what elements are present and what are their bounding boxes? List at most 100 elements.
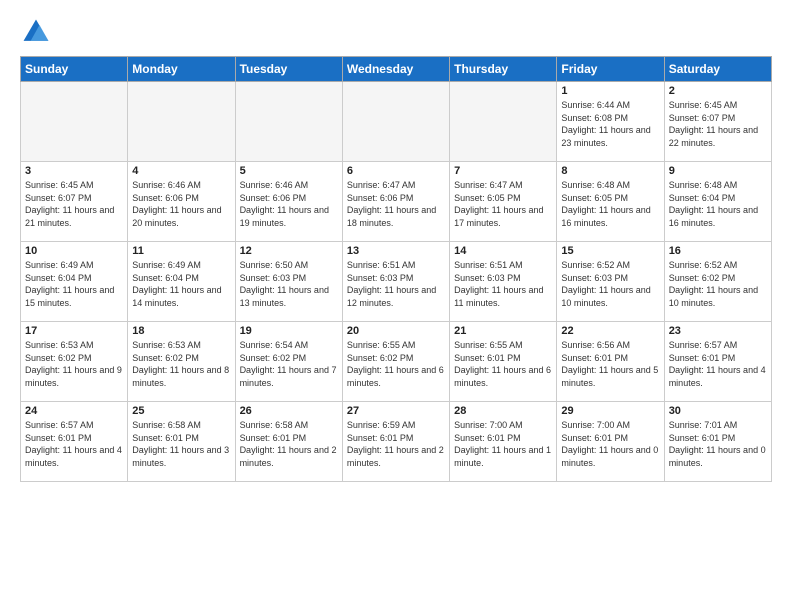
day-detail: Sunrise: 6:51 AMSunset: 6:03 PMDaylight:… xyxy=(454,259,552,309)
day-number: 25 xyxy=(132,405,230,417)
day-number: 23 xyxy=(669,325,767,337)
day-number: 13 xyxy=(347,245,445,257)
day-cell xyxy=(235,82,342,162)
day-cell: 17 Sunrise: 6:53 AMSunset: 6:02 PMDayligh… xyxy=(21,322,128,402)
week-row-5: 24Sunrise: 6:57 AMSunset: 6:01 PMDayligh… xyxy=(21,402,772,482)
day-cell: 28 Sunrise: 7:00 AMSunset: 6:01 PMDayligh… xyxy=(450,402,557,482)
day-detail: Sunrise: 6:49 AMSunset: 6:04 PMDaylight:… xyxy=(132,259,230,309)
day-number: 1 xyxy=(561,85,659,97)
day-detail: Sunrise: 6:47 AMSunset: 6:05 PMDaylight:… xyxy=(454,179,552,229)
day-number: 30 xyxy=(669,405,767,417)
day-detail: Sunrise: 6:52 AMSunset: 6:02 PMDaylight:… xyxy=(669,259,767,309)
day-cell: 23 Sunrise: 6:57 AMSunset: 6:01 PMDayligh… xyxy=(664,322,771,402)
weekday-header-row: SundayMondayTuesdayWednesdayThursdayFrid… xyxy=(21,57,772,82)
day-detail: Sunrise: 6:55 AMSunset: 6:02 PMDaylight:… xyxy=(347,339,445,389)
day-cell: 20 Sunrise: 6:55 AMSunset: 6:02 PMDayligh… xyxy=(342,322,449,402)
day-detail: Sunrise: 7:00 AMSunset: 6:01 PMDaylight:… xyxy=(454,419,552,469)
day-number: 19 xyxy=(240,325,338,337)
day-detail: Sunrise: 7:00 AMSunset: 6:01 PMDaylight:… xyxy=(561,419,659,469)
day-detail: Sunrise: 6:44 AMSunset: 6:08 PMDaylight:… xyxy=(561,99,659,149)
day-detail: Sunrise: 6:58 AMSunset: 6:01 PMDaylight:… xyxy=(240,419,338,469)
weekday-header-thursday: Thursday xyxy=(450,57,557,82)
day-cell: 9Sunrise: 6:48 AMSunset: 6:04 PMDaylight… xyxy=(664,162,771,242)
day-number: 29 xyxy=(561,405,659,417)
day-cell: 27 Sunrise: 6:59 AMSunset: 6:01 PMDayligh… xyxy=(342,402,449,482)
day-cell: 1 Sunrise: 6:44 AMSunset: 6:08 PMDaylight… xyxy=(557,82,664,162)
day-number: 20 xyxy=(347,325,445,337)
logo-icon xyxy=(20,16,52,48)
day-number: 15 xyxy=(561,245,659,257)
day-detail: Sunrise: 7:01 AMSunset: 6:01 PMDaylight:… xyxy=(669,419,767,469)
day-detail: Sunrise: 6:51 AMSunset: 6:03 PMDaylight:… xyxy=(347,259,445,309)
day-cell: 2Sunrise: 6:45 AMSunset: 6:07 PMDaylight… xyxy=(664,82,771,162)
header xyxy=(20,16,772,48)
day-number: 21 xyxy=(454,325,552,337)
day-cell: 4 Sunrise: 6:46 AMSunset: 6:06 PMDaylight… xyxy=(128,162,235,242)
day-number: 18 xyxy=(132,325,230,337)
day-cell: 10Sunrise: 6:49 AMSunset: 6:04 PMDayligh… xyxy=(21,242,128,322)
day-detail: Sunrise: 6:49 AMSunset: 6:04 PMDaylight:… xyxy=(25,259,123,309)
day-detail: Sunrise: 6:53 AMSunset: 6:02 PMDaylight:… xyxy=(25,339,123,389)
day-cell xyxy=(342,82,449,162)
day-cell: 30 Sunrise: 7:01 AMSunset: 6:01 PMDayligh… xyxy=(664,402,771,482)
weekday-header-tuesday: Tuesday xyxy=(235,57,342,82)
day-cell: 11Sunrise: 6:49 AMSunset: 6:04 PMDayligh… xyxy=(128,242,235,322)
day-number: 6 xyxy=(347,165,445,177)
week-row-4: 17 Sunrise: 6:53 AMSunset: 6:02 PMDayligh… xyxy=(21,322,772,402)
day-detail: Sunrise: 6:52 AMSunset: 6:03 PMDaylight:… xyxy=(561,259,659,309)
day-number: 12 xyxy=(240,245,338,257)
day-detail: Sunrise: 6:56 AMSunset: 6:01 PMDaylight:… xyxy=(561,339,659,389)
day-cell xyxy=(450,82,557,162)
day-number: 22 xyxy=(561,325,659,337)
day-detail: Sunrise: 6:46 AMSunset: 6:06 PMDaylight:… xyxy=(132,179,230,229)
page: SundayMondayTuesdayWednesdayThursdayFrid… xyxy=(0,0,792,612)
day-detail: Sunrise: 6:57 AMSunset: 6:01 PMDaylight:… xyxy=(669,339,767,389)
day-number: 26 xyxy=(240,405,338,417)
weekday-header-sunday: Sunday xyxy=(21,57,128,82)
weekday-header-friday: Friday xyxy=(557,57,664,82)
calendar: SundayMondayTuesdayWednesdayThursdayFrid… xyxy=(20,56,772,482)
day-number: 5 xyxy=(240,165,338,177)
day-detail: Sunrise: 6:59 AMSunset: 6:01 PMDaylight:… xyxy=(347,419,445,469)
weekday-header-wednesday: Wednesday xyxy=(342,57,449,82)
day-detail: Sunrise: 6:58 AMSunset: 6:01 PMDaylight:… xyxy=(132,419,230,469)
weekday-header-saturday: Saturday xyxy=(664,57,771,82)
day-detail: Sunrise: 6:48 AMSunset: 6:04 PMDaylight:… xyxy=(669,179,767,229)
day-detail: Sunrise: 6:47 AMSunset: 6:06 PMDaylight:… xyxy=(347,179,445,229)
day-number: 17 xyxy=(25,325,123,337)
day-number: 27 xyxy=(347,405,445,417)
day-cell: 3Sunrise: 6:45 AMSunset: 6:07 PMDaylight… xyxy=(21,162,128,242)
day-cell: 14 Sunrise: 6:51 AMSunset: 6:03 PMDayligh… xyxy=(450,242,557,322)
day-cell: 19 Sunrise: 6:54 AMSunset: 6:02 PMDayligh… xyxy=(235,322,342,402)
day-detail: Sunrise: 6:46 AMSunset: 6:06 PMDaylight:… xyxy=(240,179,338,229)
day-cell xyxy=(128,82,235,162)
day-number: 3 xyxy=(25,165,123,177)
day-detail: Sunrise: 6:54 AMSunset: 6:02 PMDaylight:… xyxy=(240,339,338,389)
day-number: 7 xyxy=(454,165,552,177)
day-number: 4 xyxy=(132,165,230,177)
day-detail: Sunrise: 6:57 AMSunset: 6:01 PMDaylight:… xyxy=(25,419,123,469)
day-cell: 6 Sunrise: 6:47 AMSunset: 6:06 PMDaylight… xyxy=(342,162,449,242)
day-number: 28 xyxy=(454,405,552,417)
day-number: 14 xyxy=(454,245,552,257)
day-cell: 25 Sunrise: 6:58 AMSunset: 6:01 PMDayligh… xyxy=(128,402,235,482)
day-cell: 12Sunrise: 6:50 AMSunset: 6:03 PMDayligh… xyxy=(235,242,342,322)
week-row-1: 1 Sunrise: 6:44 AMSunset: 6:08 PMDaylight… xyxy=(21,82,772,162)
day-cell: 21 Sunrise: 6:55 AMSunset: 6:01 PMDayligh… xyxy=(450,322,557,402)
day-detail: Sunrise: 6:48 AMSunset: 6:05 PMDaylight:… xyxy=(561,179,659,229)
day-cell xyxy=(21,82,128,162)
day-number: 8 xyxy=(561,165,659,177)
day-detail: Sunrise: 6:53 AMSunset: 6:02 PMDaylight:… xyxy=(132,339,230,389)
weekday-header-monday: Monday xyxy=(128,57,235,82)
day-cell: 8 Sunrise: 6:48 AMSunset: 6:05 PMDaylight… xyxy=(557,162,664,242)
day-cell: 22 Sunrise: 6:56 AMSunset: 6:01 PMDayligh… xyxy=(557,322,664,402)
day-detail: Sunrise: 6:55 AMSunset: 6:01 PMDaylight:… xyxy=(454,339,552,389)
week-row-3: 10Sunrise: 6:49 AMSunset: 6:04 PMDayligh… xyxy=(21,242,772,322)
day-cell: 13 Sunrise: 6:51 AMSunset: 6:03 PMDayligh… xyxy=(342,242,449,322)
day-cell: 16Sunrise: 6:52 AMSunset: 6:02 PMDayligh… xyxy=(664,242,771,322)
day-cell: 29 Sunrise: 7:00 AMSunset: 6:01 PMDayligh… xyxy=(557,402,664,482)
day-cell: 5 Sunrise: 6:46 AMSunset: 6:06 PMDaylight… xyxy=(235,162,342,242)
day-detail: Sunrise: 6:45 AMSunset: 6:07 PMDaylight:… xyxy=(669,99,767,149)
week-row-2: 3Sunrise: 6:45 AMSunset: 6:07 PMDaylight… xyxy=(21,162,772,242)
day-cell: 15 Sunrise: 6:52 AMSunset: 6:03 PMDayligh… xyxy=(557,242,664,322)
